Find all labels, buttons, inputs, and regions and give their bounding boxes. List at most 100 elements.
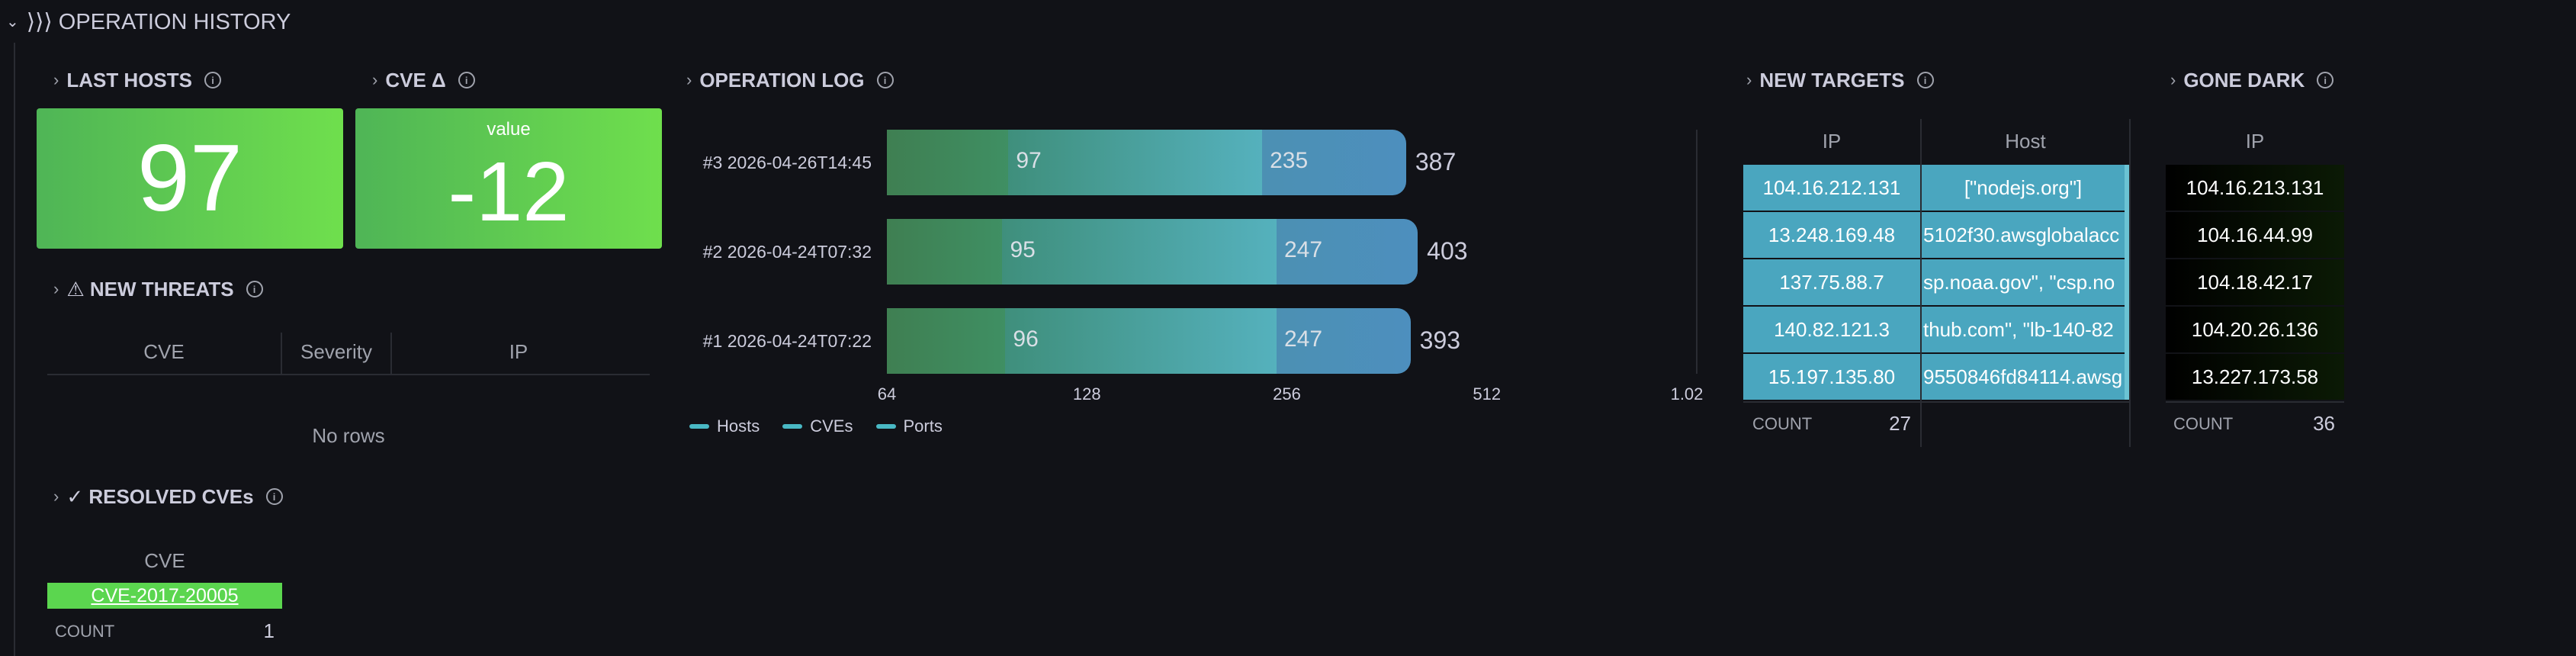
chart-legend: Hosts CVEs Ports: [689, 416, 943, 436]
target-host-cell[interactable]: 5102f30.awsglobalacc: [1922, 212, 2125, 258]
bar-value-cves: 235: [1270, 148, 1309, 173]
column-header-cve[interactable]: CVE: [47, 340, 281, 364]
column-header-ip[interactable]: IP: [392, 340, 645, 364]
bar-category-label: #3 2026-04-26T14:45: [702, 153, 872, 172]
panel-title-text: LAST HOSTS: [66, 68, 192, 92]
panel-title-text: OPERATION LOG: [699, 68, 865, 92]
bar-value-ports: 403: [1427, 237, 1468, 265]
legend-swatch: [689, 424, 709, 429]
legend-swatch: [782, 424, 803, 429]
target-host-cell[interactable]: thub.com", "lb-140-82: [1922, 307, 2125, 352]
info-icon[interactable]: i: [204, 72, 221, 88]
legend-item-ports[interactable]: Ports: [875, 416, 943, 436]
bar-value-ports: 387: [1415, 148, 1457, 175]
bar-category-label: #1 2026-04-24T07:22: [702, 331, 872, 351]
bar-value-cves: 247: [1283, 326, 1323, 352]
gone-dark-ip-cell[interactable]: 104.16.44.99: [2166, 212, 2344, 258]
legend-item-cves[interactable]: CVEs: [782, 416, 853, 436]
stat-value: 97: [137, 126, 243, 231]
bar-segment-cves[interactable]: [1005, 308, 1277, 374]
panel-title-text: CVE Δ: [385, 68, 446, 92]
new-threats-panel-title[interactable]: › ⚠ NEW THREATS i: [53, 276, 263, 302]
column-header-ip[interactable]: IP: [2166, 130, 2344, 153]
bar-segment-cves[interactable]: [1008, 130, 1263, 195]
row-title: ⟩⟩⟩ OPERATION HISTORY: [26, 9, 291, 34]
column-header-cve[interactable]: CVE: [47, 549, 282, 573]
target-ip-cell[interactable]: 104.16.212.131: [1743, 165, 1920, 211]
legend-label: CVEs: [810, 416, 853, 436]
column-header-severity[interactable]: Severity: [282, 340, 390, 364]
count-label: COUNT: [2173, 414, 2234, 433]
row-header[interactable]: ⌄ ⟩⟩⟩ OPERATION HISTORY: [6, 6, 291, 37]
column-header-ip[interactable]: IP: [1743, 130, 1920, 153]
bar-value-ports: 393: [1419, 326, 1461, 354]
gone-dark-ip-cell[interactable]: 104.18.42.17: [2166, 259, 2344, 305]
operation-log-panel-title[interactable]: › OPERATION LOG i: [686, 67, 894, 93]
x-axis-tick-label: 64: [877, 384, 897, 404]
target-host-cell[interactable]: 9550846fd84114.awsg: [1922, 354, 2125, 400]
info-icon[interactable]: i: [458, 72, 475, 88]
last-hosts-panel-title[interactable]: › LAST HOSTS i: [53, 67, 221, 93]
legend-swatch: [875, 424, 896, 429]
cve-delta-panel-title[interactable]: › CVE Δ i: [372, 67, 475, 93]
target-ip-cell[interactable]: 137.75.88.7: [1743, 259, 1920, 305]
resolved-cve-link[interactable]: CVE-2017-20005: [91, 585, 238, 607]
resolved-cves-panel-title[interactable]: › ✓ RESOLVED CVEs i: [53, 484, 283, 510]
last-hosts-stat: 97: [37, 108, 343, 249]
info-icon[interactable]: i: [246, 281, 263, 297]
count-label: COUNT: [1752, 414, 1813, 433]
empty-table-message: No rows: [312, 424, 385, 447]
collapse-arrow-icon: ›: [1746, 70, 1752, 89]
footer-divider: [2166, 401, 2344, 403]
x-axis-tick-label: 512: [1473, 384, 1502, 404]
bar-value-hosts: 96: [1013, 326, 1039, 352]
resolved-cve-row[interactable]: CVE-2017-20005: [47, 583, 282, 609]
collapse-arrow-icon: ›: [372, 70, 378, 89]
gone-dark-ip-cell[interactable]: 104.20.26.136: [2166, 307, 2344, 352]
target-ip-cell[interactable]: 13.248.169.48: [1743, 212, 1920, 258]
bar-segment-cves[interactable]: [1002, 219, 1277, 285]
info-icon[interactable]: i: [1916, 72, 1934, 88]
count-value: 1: [263, 619, 275, 642]
gone-dark-panel-title[interactable]: › GONE DARK i: [2170, 67, 2334, 93]
target-host-cell[interactable]: sp.noaa.gov", "csp.no: [1922, 259, 2125, 305]
gone-dark-ip-cell[interactable]: 104.16.213.131: [2166, 165, 2344, 211]
count-value: 36: [2313, 412, 2335, 435]
count-label: COUNT: [55, 622, 115, 641]
panel-title-text: GONE DARK: [2183, 68, 2305, 92]
collapse-arrow-icon: ›: [2170, 70, 2176, 89]
bar-category-label: #2 2026-04-24T07:32: [702, 242, 872, 262]
collapse-arrow-icon: ›: [53, 279, 59, 298]
stat-caption: value: [487, 119, 531, 140]
footer-divider: [1743, 401, 2131, 403]
collapse-arrow-icon: ›: [686, 70, 692, 89]
legend-item-hosts[interactable]: Hosts: [689, 416, 760, 436]
bar-segment-hosts[interactable]: [887, 308, 1006, 374]
x-axis-tick-label: 1.02: [1670, 384, 1704, 404]
target-ip-cell[interactable]: 140.82.121.3: [1743, 307, 1920, 352]
x-axis-tick-label: 128: [1072, 384, 1101, 404]
collapse-arrow-icon: ›: [53, 487, 59, 506]
bar-segment-hosts[interactable]: [887, 219, 1003, 285]
info-icon[interactable]: i: [265, 488, 283, 505]
target-host-cell[interactable]: ["nodejs.org"]: [1922, 165, 2125, 211]
gone-dark-ip-cell[interactable]: 13.227.173.58: [2166, 354, 2344, 400]
info-icon[interactable]: i: [876, 72, 894, 88]
bar-segment-hosts[interactable]: [887, 130, 1009, 195]
row-divider: [14, 43, 15, 656]
horizontal-scrollbar[interactable]: [2125, 165, 2129, 400]
column-header-host[interactable]: Host: [1922, 130, 2129, 153]
info-icon[interactable]: i: [2317, 72, 2334, 88]
stat-value: -12: [448, 145, 570, 239]
count-value: 27: [1889, 412, 1911, 435]
chevron-down-icon[interactable]: ⌄: [6, 12, 19, 31]
collapse-arrow-icon: ›: [53, 70, 59, 89]
legend-label: Ports: [903, 416, 943, 436]
cve-delta-stat: value -12: [355, 108, 662, 249]
new-targets-panel-title[interactable]: › NEW TARGETS i: [1746, 67, 1934, 93]
panel-title-text: ⚠ NEW THREATS: [66, 277, 234, 301]
chart-right-axis: [1696, 130, 1698, 374]
column-divider: [2129, 119, 2131, 447]
bar-value-cves: 247: [1283, 237, 1323, 262]
target-ip-cell[interactable]: 15.197.135.80: [1743, 354, 1920, 400]
